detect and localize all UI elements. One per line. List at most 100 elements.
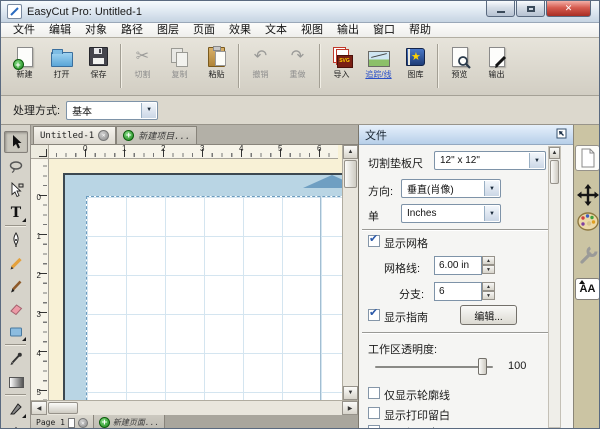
dock-move-panel-button[interactable] xyxy=(575,182,599,208)
page-close-icon[interactable]: ✕ xyxy=(77,417,88,428)
direct-select-tool[interactable] xyxy=(4,179,28,201)
library-button[interactable]: ★ 图库 xyxy=(397,43,434,80)
horizontal-ruler: 0 1 2 3 4 5 6 xyxy=(46,145,338,159)
scroll-up-icon[interactable]: ▲ xyxy=(549,147,560,159)
preview-button[interactable]: 预览 xyxy=(441,43,478,80)
mat-size-select[interactable]: 12" x 12" ▼ xyxy=(434,151,546,170)
new-button[interactable]: + 新建 xyxy=(6,43,43,80)
dock-settings-panel-button[interactable] xyxy=(575,242,599,268)
menu-help[interactable]: 帮助 xyxy=(402,23,438,37)
scroll-down-icon[interactable]: ▼ xyxy=(343,386,358,400)
scroll-up-icon[interactable]: ▲ xyxy=(343,145,358,159)
paste-button[interactable]: 粘贴 xyxy=(198,43,235,80)
hscroll-thumb[interactable] xyxy=(48,402,78,414)
open-button[interactable]: 打开 xyxy=(43,43,80,80)
menu-page[interactable]: 页面 xyxy=(186,23,222,37)
spin-up-icon[interactable]: ▲ xyxy=(482,282,495,291)
lasso-tool[interactable] xyxy=(4,156,28,178)
scroll-right-icon[interactable]: ▶ xyxy=(342,401,358,415)
panel-scroll-thumb[interactable] xyxy=(550,160,559,184)
spin-down-icon[interactable]: ▼ xyxy=(482,291,495,300)
rectangle-tool[interactable] xyxy=(4,321,28,343)
app-window: EasyCut Pro: Untitled-1 ✕ 文件 编辑 对象 路径 图层… xyxy=(0,0,600,429)
horizontal-scrollbar[interactable]: ◀ ▶ xyxy=(31,400,358,415)
select-tool[interactable] xyxy=(4,131,28,153)
panel-header: 文件 xyxy=(359,125,573,145)
menu-path[interactable]: 路径 xyxy=(114,23,150,37)
alpha-slider-track[interactable] xyxy=(375,366,493,368)
close-button[interactable]: ✕ xyxy=(546,1,591,17)
menu-effects[interactable]: 效果 xyxy=(222,23,258,37)
undo-button[interactable]: ↶ 撤销 xyxy=(242,43,279,80)
output-pen-icon xyxy=(488,46,506,68)
page-tab-active[interactable]: Page 1 ✕ xyxy=(31,415,94,428)
minimize-button[interactable] xyxy=(486,1,515,17)
scroll-left-icon[interactable]: ◀ xyxy=(31,401,47,415)
orientation-select[interactable]: 垂直(肖像) ▼ xyxy=(401,179,501,198)
node-tool[interactable] xyxy=(4,421,28,428)
preview-magnifier-icon xyxy=(451,46,471,69)
menu-window[interactable]: 窗口 xyxy=(366,23,402,37)
alpha-value: 100 xyxy=(508,360,527,372)
process-mode-row: 处理方式: 基本 ▼ xyxy=(1,96,599,125)
menu-view[interactable]: 视图 xyxy=(294,23,330,37)
spin-up-icon[interactable]: ▲ xyxy=(482,256,495,265)
trace-button[interactable]: 追踪/线 xyxy=(360,43,397,80)
menu-file[interactable]: 文件 xyxy=(6,23,42,37)
import-svg-icon: SVG xyxy=(332,46,353,68)
show-guides-checkbox[interactable]: ✔ xyxy=(368,307,380,321)
tab-close-icon[interactable]: ✕ xyxy=(98,130,110,141)
show-grid-checkbox[interactable]: ✔ xyxy=(368,233,380,247)
menu-object[interactable]: 对象 xyxy=(78,23,114,37)
import-button[interactable]: SVG 导入 xyxy=(323,43,360,80)
spin-down-icon[interactable]: ▼ xyxy=(482,265,495,274)
dropdown-arrow-icon: ▼ xyxy=(484,206,499,221)
copy-button[interactable]: 复制 xyxy=(161,43,198,80)
gradient-tool[interactable] xyxy=(4,371,28,393)
reg-marks-checkbox[interactable] xyxy=(368,425,380,428)
menu-edit[interactable]: 编辑 xyxy=(42,23,78,37)
alpha-slider-thumb[interactable] xyxy=(478,358,487,375)
redo-button[interactable]: ↷ 重做 xyxy=(279,43,316,80)
fonts-aa-icon: AA xyxy=(575,278,599,300)
unit-select[interactable]: Inches ▼ xyxy=(401,204,501,223)
text-tool[interactable]: T xyxy=(4,202,28,224)
maximize-button[interactable] xyxy=(516,1,545,17)
menu-layer[interactable]: 图层 xyxy=(150,23,186,37)
vertical-scrollbar[interactable]: ▲ ▼ xyxy=(342,145,358,400)
dock-file-panel-button[interactable] xyxy=(575,145,599,171)
grid-center-line xyxy=(320,196,321,400)
flyout-triangle-icon xyxy=(22,414,26,418)
process-mode-select[interactable]: 基本 ▼ xyxy=(66,100,159,120)
panel-scrollbar[interactable]: ▲ xyxy=(548,146,561,428)
page-tabbar: Page 1 ✕ + 新建页面... xyxy=(31,415,358,428)
dock-fonts-panel-button[interactable]: AA xyxy=(575,276,599,302)
check-icon: ✔ xyxy=(369,233,379,245)
eraser-tool[interactable] xyxy=(4,298,28,320)
menu-text[interactable]: 文本 xyxy=(258,23,294,37)
toolbar-separator xyxy=(437,44,438,88)
canvas-viewport[interactable]: 0 1 2 3 4 5 6 0 1 2 3 4 5 ▲ ▼ xyxy=(31,145,358,400)
eyedropper-tool[interactable] xyxy=(4,348,28,370)
eyedropper-icon xyxy=(10,352,22,365)
pencil-tool[interactable] xyxy=(4,252,28,274)
dock-color-panel-button[interactable] xyxy=(575,208,599,234)
new-project-tab[interactable]: + 新建项目... xyxy=(116,126,198,144)
knife-tool[interactable] xyxy=(4,398,28,420)
panel-collapse-icon[interactable] xyxy=(556,128,567,142)
print-margin-checkbox[interactable] xyxy=(368,407,380,419)
menu-output[interactable]: 输出 xyxy=(330,23,366,37)
brush-tool[interactable] xyxy=(4,275,28,297)
cut-button[interactable]: ✂ 切割 xyxy=(124,43,161,80)
edit-guides-button[interactable]: 编辑... xyxy=(460,305,517,325)
document-tab-active[interactable]: Untitled-1 ✕ xyxy=(33,126,117,144)
output-button[interactable]: 输出 xyxy=(478,43,515,80)
outline-only-checkbox[interactable] xyxy=(368,387,380,399)
vscroll-thumb[interactable] xyxy=(344,160,357,188)
pen-tool[interactable] xyxy=(4,229,28,251)
pen-nib-icon xyxy=(13,232,19,247)
new-page-tab[interactable]: + 新建页面... xyxy=(93,415,166,428)
gradient-swatch-icon xyxy=(8,376,24,388)
palette-icon xyxy=(576,211,599,231)
save-button[interactable]: 保存 xyxy=(80,43,117,80)
